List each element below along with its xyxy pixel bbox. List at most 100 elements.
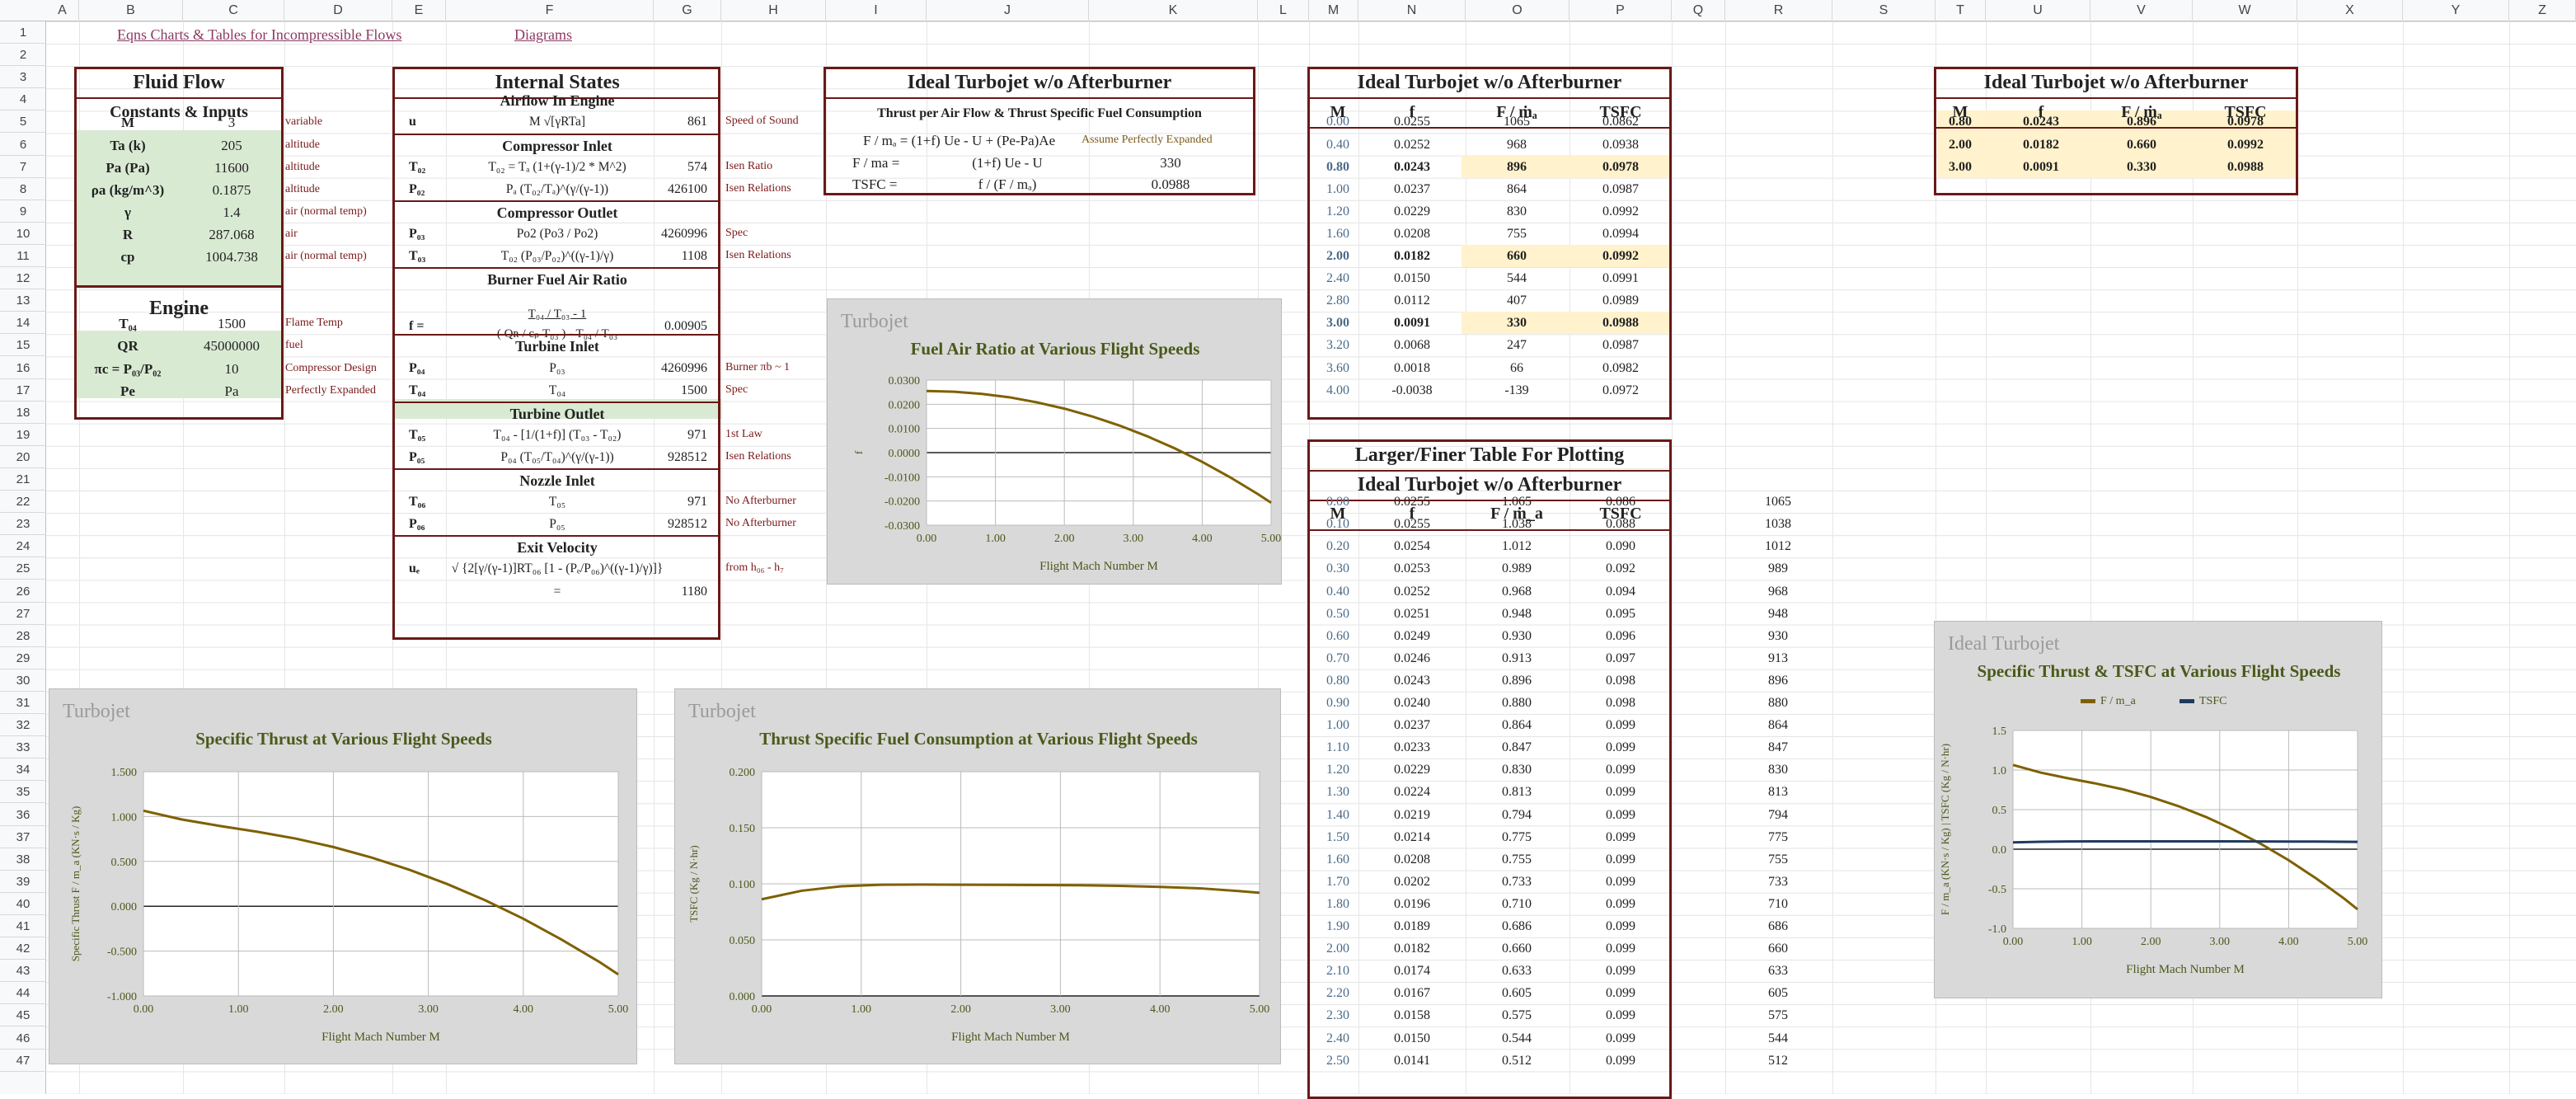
table-cell[interactable]: 0.099 xyxy=(1606,942,1635,956)
table-cell[interactable]: 0.0182 xyxy=(2023,138,2059,152)
table-cell[interactable]: 0.0987 xyxy=(1602,182,1639,196)
table-cell[interactable]: 0.794 xyxy=(1502,808,1532,822)
helper-cell[interactable]: 575 xyxy=(1768,1009,1788,1022)
table-cell[interactable]: 0.094 xyxy=(1606,585,1635,599)
table-cell[interactable]: 0.0252 xyxy=(1394,138,1430,152)
table-cell[interactable]: 1.065 xyxy=(1502,495,1532,509)
table-cell[interactable]: 1.80 xyxy=(1326,897,1349,911)
table-cell[interactable]: 407 xyxy=(1507,294,1527,308)
column-header[interactable]: N xyxy=(1358,0,1466,21)
table-cell[interactable]: 0.0167 xyxy=(1394,987,1430,1000)
table-cell[interactable]: 864 xyxy=(1507,182,1527,196)
row-header[interactable]: 35 xyxy=(0,781,46,804)
table-cell[interactable]: 0.330 xyxy=(2127,160,2156,174)
table-cell[interactable]: 0.099 xyxy=(1606,1031,1635,1045)
table-cell[interactable]: 0.896 xyxy=(1502,674,1532,688)
table-cell[interactable]: 0.0202 xyxy=(1394,875,1430,889)
table-cell[interactable]: 0.605 xyxy=(1502,987,1532,1000)
table-cell[interactable]: 0.0991 xyxy=(1602,272,1639,285)
state-value[interactable]: 4260996 xyxy=(661,227,707,241)
table-cell[interactable]: 1.038 xyxy=(1502,518,1532,531)
table-cell[interactable]: 0.0249 xyxy=(1394,629,1430,643)
table-cell[interactable]: 0.633 xyxy=(1502,965,1532,978)
table-cell[interactable]: 0.0255 xyxy=(1394,518,1430,531)
row-header[interactable]: 14 xyxy=(0,312,46,335)
table-cell[interactable]: 2.00 xyxy=(1949,138,1972,152)
helper-cell[interactable]: 794 xyxy=(1768,808,1788,822)
table-cell[interactable]: 2.30 xyxy=(1326,1009,1349,1022)
column-header[interactable]: L xyxy=(1258,0,1309,21)
table-cell[interactable]: 0.0994 xyxy=(1602,227,1639,241)
helper-cell[interactable]: 733 xyxy=(1768,875,1788,889)
column-header[interactable]: I xyxy=(826,0,927,21)
eqns-link[interactable]: Eqns Charts & Tables for Incompressible … xyxy=(117,27,401,42)
row-header[interactable]: 33 xyxy=(0,736,46,759)
table-cell[interactable]: 0.0196 xyxy=(1394,897,1430,911)
row-header[interactable]: 23 xyxy=(0,513,46,536)
column-header[interactable]: O xyxy=(1466,0,1570,21)
table-cell[interactable]: 2.10 xyxy=(1326,965,1349,978)
table-cell[interactable]: 0.896 xyxy=(2127,115,2156,129)
specific-thrust-value[interactable]: 330 xyxy=(1160,156,1181,170)
state-value[interactable]: 861 xyxy=(687,115,707,129)
row-header[interactable]: 28 xyxy=(0,625,46,647)
helper-cell[interactable]: 512 xyxy=(1768,1054,1788,1068)
row-header[interactable]: 31 xyxy=(0,692,46,715)
state-value[interactable]: 971 xyxy=(687,428,707,442)
table-cell[interactable]: 0.099 xyxy=(1606,987,1635,1000)
table-cell[interactable]: 247 xyxy=(1507,339,1527,352)
table-cell[interactable]: 1.012 xyxy=(1502,540,1532,553)
table-cell[interactable]: 1.50 xyxy=(1326,830,1349,844)
table-cell[interactable]: 0.0189 xyxy=(1394,920,1430,933)
table-cell[interactable]: 0.864 xyxy=(1502,719,1532,732)
row-header[interactable]: 4 xyxy=(0,88,46,111)
table-cell[interactable]: 0.0068 xyxy=(1394,339,1430,352)
column-header[interactable]: U xyxy=(1986,0,2090,21)
helper-cell[interactable]: 775 xyxy=(1768,830,1788,844)
table-cell[interactable]: 0.660 xyxy=(2127,138,2156,152)
column-header[interactable]: C xyxy=(183,0,284,21)
row-header[interactable]: 17 xyxy=(0,379,46,402)
table-cell[interactable]: 2.40 xyxy=(1326,1031,1349,1045)
row-header[interactable]: 47 xyxy=(0,1050,46,1072)
row-header[interactable]: 9 xyxy=(0,200,46,223)
helper-cell[interactable]: 1065 xyxy=(1765,495,1791,509)
column-header[interactable]: B xyxy=(79,0,183,21)
table-cell[interactable]: 0.099 xyxy=(1606,965,1635,978)
row-header[interactable]: 42 xyxy=(0,937,46,960)
row-header[interactable]: 44 xyxy=(0,982,46,1005)
row-header[interactable]: 10 xyxy=(0,223,46,245)
table-cell[interactable]: 330 xyxy=(1507,317,1527,330)
table-cell[interactable]: 0.0224 xyxy=(1394,786,1430,799)
table-cell[interactable]: 0.0018 xyxy=(1394,361,1430,375)
table-cell[interactable]: 896 xyxy=(1507,160,1527,174)
table-cell[interactable]: 0.755 xyxy=(1502,852,1532,867)
row-header[interactable]: 21 xyxy=(0,468,46,491)
table-cell[interactable]: 968 xyxy=(1507,138,1527,152)
table-cell[interactable]: 0.0150 xyxy=(1394,1031,1430,1045)
table-cell[interactable]: 0.0229 xyxy=(1394,763,1430,777)
input-value[interactable]: 205 xyxy=(221,139,242,153)
input-value[interactable]: 3 xyxy=(228,115,236,129)
helper-cell[interactable]: 880 xyxy=(1768,697,1788,710)
engine-input-value[interactable]: Pa xyxy=(225,384,239,398)
table-cell[interactable]: 0.0255 xyxy=(1394,495,1430,509)
column-header[interactable]: J xyxy=(927,0,1089,21)
row-header[interactable]: 30 xyxy=(0,669,46,692)
column-header[interactable]: K xyxy=(1089,0,1258,21)
table-cell[interactable]: 0.0174 xyxy=(1394,965,1430,978)
combined-chart[interactable]: Ideal Turbojet Specific Thrust & TSFC at … xyxy=(1934,621,2382,998)
table-cell[interactable]: 0.968 xyxy=(1502,585,1532,599)
row-header[interactable]: 27 xyxy=(0,603,46,625)
column-header[interactable]: X xyxy=(2297,0,2403,21)
table-cell[interactable]: 0.096 xyxy=(1606,629,1635,643)
table-cell[interactable]: 0.544 xyxy=(1502,1031,1532,1045)
helper-cell[interactable]: 1038 xyxy=(1765,518,1791,531)
table-cell[interactable]: 2.80 xyxy=(1326,294,1349,308)
row-header[interactable]: 11 xyxy=(0,245,46,268)
row-header[interactable]: 37 xyxy=(0,826,46,848)
row-header[interactable]: 39 xyxy=(0,871,46,893)
row-header[interactable]: 24 xyxy=(0,535,46,558)
column-header[interactable]: P xyxy=(1570,0,1672,21)
table-cell[interactable]: 2.40 xyxy=(1326,272,1349,285)
